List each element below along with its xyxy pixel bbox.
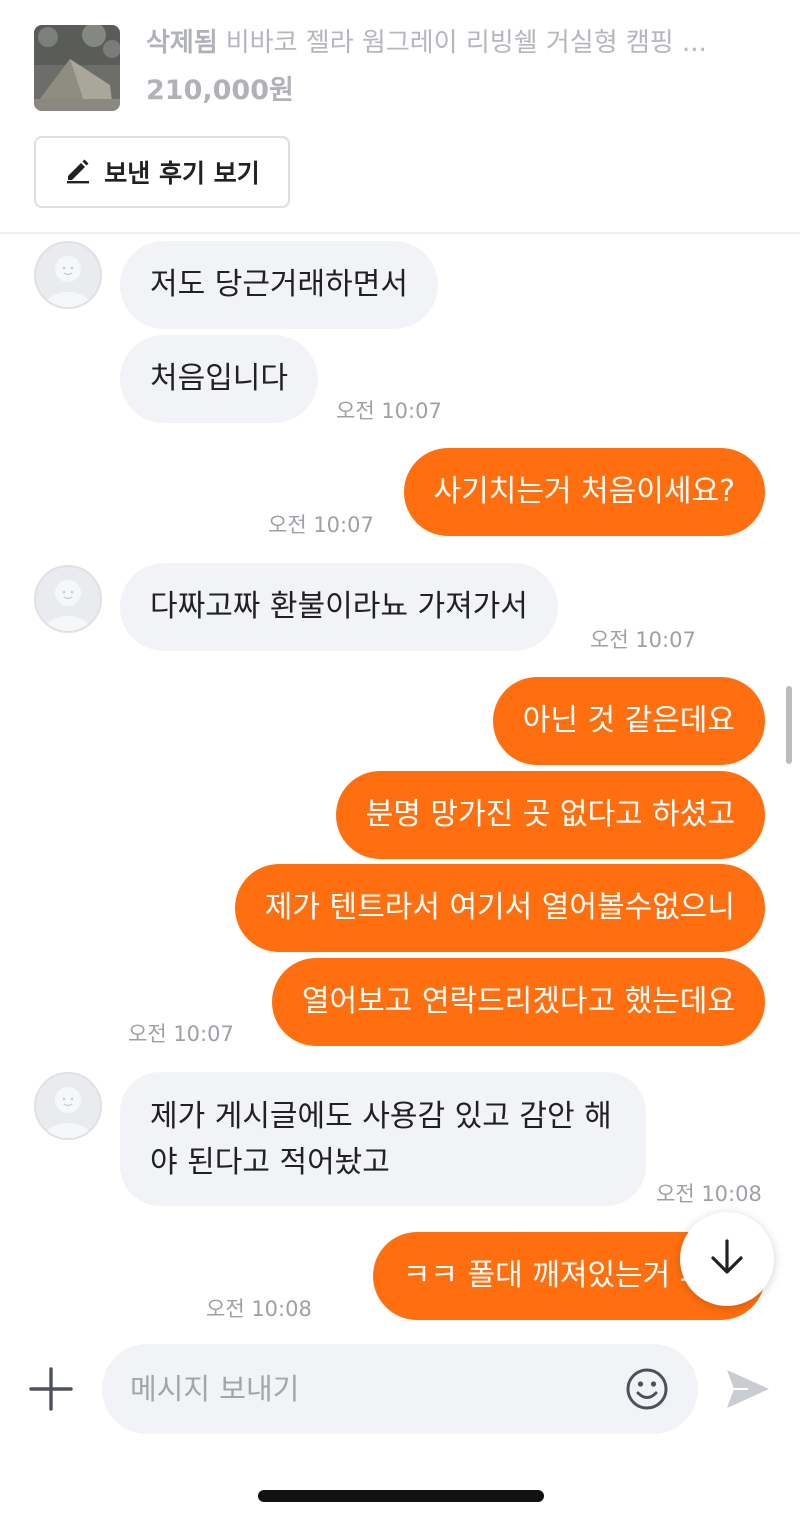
message-timestamp: 오전 10:08: [656, 1182, 762, 1206]
pencil-icon: [64, 156, 92, 188]
incoming-message-bubble[interactable]: 다짜고짜 환불이라뇨 가져가서: [120, 563, 558, 651]
emoji-button[interactable]: [624, 1366, 670, 1412]
message-timestamp: 오전 10:07: [336, 399, 442, 423]
product-thumbnail[interactable]: [34, 25, 120, 111]
send-icon: [724, 1370, 772, 1416]
arrow-down-icon: [707, 1237, 747, 1281]
incoming-message-bubble[interactable]: 저도 당근거래하면서: [120, 241, 438, 329]
scroll-to-bottom-button[interactable]: [680, 1212, 774, 1306]
outgoing-message-bubble[interactable]: 분명 망가진 곳 없다고 하셨고: [335, 771, 765, 859]
message-input-container[interactable]: [102, 1344, 698, 1434]
product-name: 비바코 젤라 웜그레이 리빙쉘 거실형 캠핑 ...: [225, 28, 707, 58]
avatar[interactable]: [34, 241, 102, 309]
outgoing-message-bubble[interactable]: 아닌 것 같은데요: [492, 677, 765, 765]
avatar[interactable]: [34, 1072, 102, 1140]
message-timestamp: 오전 10:07: [128, 1022, 234, 1046]
incoming-message-bubble[interactable]: 제가 게시글에도 사용감 있고 감안 해야 된다고 적어놨고: [120, 1072, 646, 1206]
view-sent-review-button[interactable]: 보낸 후기 보기: [34, 136, 290, 208]
outgoing-message-bubble[interactable]: 열어보고 연락드리겠다고 했는데요: [271, 958, 765, 1046]
message-timestamp: 오전 10:08: [206, 1297, 312, 1321]
chat-message-list[interactable]: 저도 당근거래하면서 처음입니다 오전 10:07 사기치는거 처음이세요? 오…: [0, 236, 800, 1326]
product-price: 210,000원: [146, 75, 294, 106]
chat-scrollbar[interactable]: [786, 686, 792, 764]
product-card[interactable]: 삭제됨 비바코 젤라 웜그레이 리빙쉘 거실형 캠핑 ... 210,000원 보…: [0, 0, 800, 234]
home-indicator: [258, 1490, 544, 1502]
message-timestamp: 오전 10:07: [268, 513, 374, 537]
message-composer: [0, 1326, 800, 1519]
avatar[interactable]: [34, 565, 102, 633]
outgoing-message-bubble[interactable]: 사기치는거 처음이세요?: [403, 448, 765, 536]
view-sent-review-label: 보낸 후기 보기: [104, 159, 260, 188]
send-button[interactable]: [724, 1366, 772, 1412]
attach-plus-button[interactable]: [28, 1366, 74, 1412]
message-timestamp: 오전 10:07: [590, 628, 696, 652]
product-status: 삭제됨: [146, 28, 218, 58]
plus-icon: [28, 1367, 74, 1416]
product-title: 삭제됨 비바코 젤라 웜그레이 리빙쉘 거실형 캠핑 ...: [146, 26, 766, 60]
outgoing-message-bubble[interactable]: 제가 텐트라서 여기서 열어볼수없으니: [234, 864, 765, 952]
incoming-message-bubble[interactable]: 처음입니다: [120, 335, 318, 423]
smiley-icon: [624, 1368, 670, 1416]
message-input[interactable]: [130, 1366, 610, 1412]
